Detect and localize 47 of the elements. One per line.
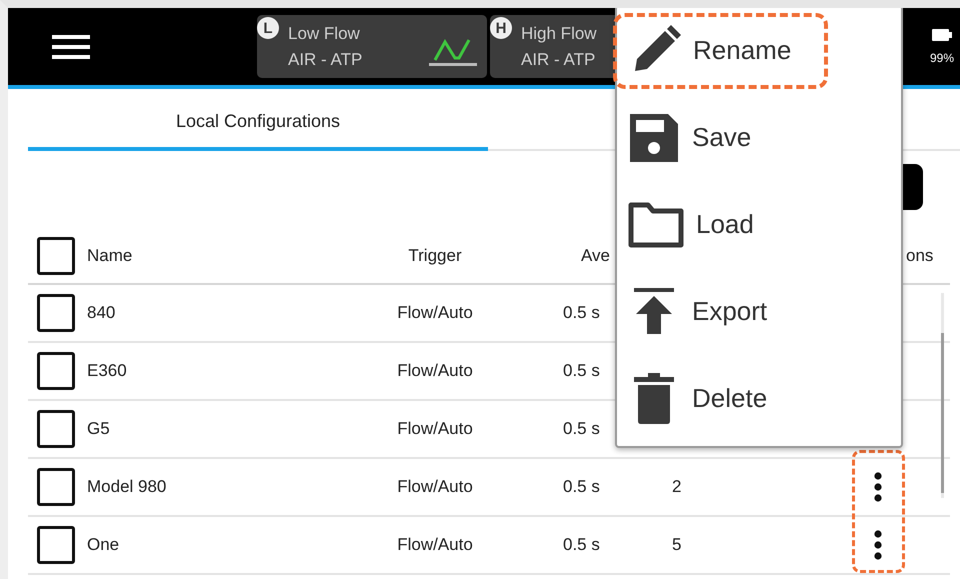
checkbox[interactable] <box>37 352 75 390</box>
scrollbar[interactable] <box>941 333 944 493</box>
column-header: ons <box>906 246 934 266</box>
table-cell: 0.5 s <box>563 303 600 322</box>
tab[interactable]: Local Configurations <box>28 95 488 151</box>
table-cell: Flow/Auto <box>397 477 473 496</box>
mode-subtitle: AIR - ATP <box>521 50 596 70</box>
folder-icon <box>628 202 684 248</box>
column-header: Ave <box>581 246 610 265</box>
table-cell: 0.5 s <box>563 477 600 496</box>
menu-icon[interactable] <box>52 34 90 60</box>
checkbox[interactable] <box>37 526 75 564</box>
more-options-icon[interactable] <box>873 530 883 560</box>
table-cell: Flow/Auto <box>397 535 473 554</box>
table-cell: Model 980 <box>87 477 166 496</box>
menu-item[interactable]: Delete <box>613 362 782 436</box>
table-cell: Flow/Auto <box>397 419 473 438</box>
menu-item[interactable]: Rename <box>613 12 828 88</box>
table-cell: Flow/Auto <box>397 303 473 322</box>
table-cell: 0.5 s <box>563 361 600 380</box>
checkbox[interactable] <box>37 410 75 448</box>
table-cell: G5 <box>87 419 110 438</box>
menu-item[interactable]: Load <box>613 190 769 258</box>
table-cell: 5 <box>672 535 682 554</box>
table-cell: 840 <box>87 303 116 322</box>
mode-title: High Flow <box>521 24 597 44</box>
more-options-icon[interactable] <box>873 472 883 502</box>
checkbox[interactable] <box>37 468 75 506</box>
table-cell: 0.5 s <box>563 535 600 554</box>
mode-subtitle: AIR - ATP <box>288 50 362 70</box>
mode-card[interactable]: L Low Flow AIR - ATP <box>257 15 487 78</box>
checkbox[interactable] <box>37 294 75 332</box>
battery-level: 99% <box>930 50 954 64</box>
mode-title: Low Flow <box>288 24 361 44</box>
table-cell: Flow/Auto <box>397 361 473 380</box>
mode-badge: L <box>257 17 279 39</box>
table-cell: E360 <box>87 361 127 380</box>
battery-icon <box>932 28 952 40</box>
mode-badge: H <box>490 17 512 39</box>
table-cell: One <box>87 535 120 554</box>
table-cell: 0.5 s <box>563 419 600 438</box>
menu-item[interactable]: Export <box>613 276 782 346</box>
column-header: Name <box>87 246 132 265</box>
menu-item[interactable]: Save <box>613 100 766 174</box>
checkbox[interactable] <box>37 237 75 275</box>
table-cell: 2 <box>672 477 682 496</box>
column-header: Trigger <box>408 246 462 265</box>
